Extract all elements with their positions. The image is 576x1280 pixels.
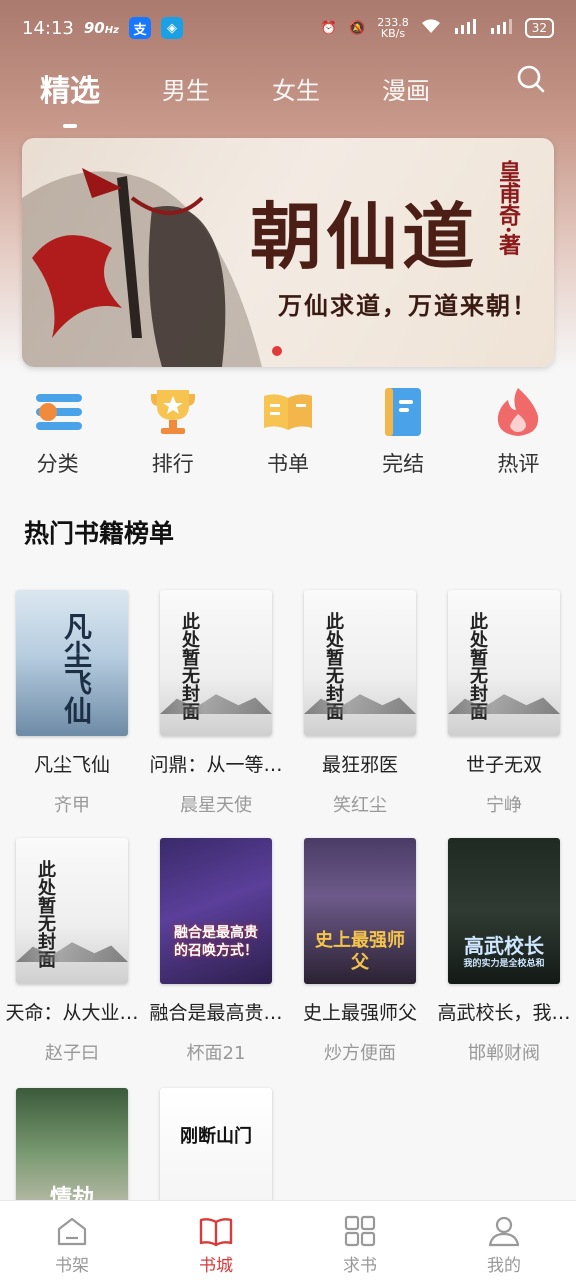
book-card[interactable]: 凡尘飞仙 凡尘飞仙 齐甲 <box>0 590 144 817</box>
banner-author: 皇甫奇·著 <box>495 160 521 256</box>
quick-nav-label: 书单 <box>266 452 309 476</box>
wifi-icon <box>421 18 441 38</box>
promo-banner[interactable]: 朝仙道 皇甫奇·著 万仙求道，万道来朝！ <box>22 138 554 367</box>
quick-nav-label: 热评 <box>497 452 540 476</box>
category-tabs: 精选 男生 女生 漫画 <box>0 56 576 120</box>
book-cover: 此处暂无封面 <box>304 590 416 736</box>
book-cover: 融合是最高贵的召唤方式！ <box>160 838 272 984</box>
quick-nav-label: 排行 <box>151 452 194 476</box>
book-title: 天命：从大业… <box>5 1002 139 1024</box>
quick-nav-completed[interactable]: 完结 <box>346 380 461 480</box>
bookshelf-icon <box>57 1217 87 1246</box>
book-cover: 凡尘飞仙 <box>16 590 128 736</box>
quick-nav-label: 完结 <box>382 452 425 476</box>
signal-icon <box>453 18 477 38</box>
book-author: 笑红尘 <box>333 795 387 816</box>
book-card[interactable]: 此处暂无封面 天命：从大业… 赵子曰 <box>0 838 144 1065</box>
tab-label: 书城 <box>199 1256 233 1276</box>
tab-bookshelf[interactable]: 书架 <box>0 1201 144 1280</box>
quick-nav-label: 分类 <box>36 452 79 476</box>
book-title: 融合是最高贵… <box>149 1002 283 1024</box>
book-title: 凡尘飞仙 <box>33 754 110 776</box>
status-time: 14:13 <box>22 17 74 39</box>
status-bar: 14:13 90Hz 支 ◈ ⏰ 🔕 233.8 KB/s 32 <box>0 0 576 56</box>
signal-icon-2 <box>489 18 513 38</box>
grid-icon <box>344 1215 376 1247</box>
book-author: 炒方便面 <box>324 1043 396 1064</box>
book-card[interactable]: 史上最强师父 史上最强师父 炒方便面 <box>288 838 432 1065</box>
profile-icon <box>488 1216 520 1247</box>
section-title: 热门书籍榜单 <box>24 519 175 548</box>
tab-male[interactable]: 男生 <box>162 71 210 106</box>
quick-nav-ranking[interactable]: 排行 <box>115 380 230 480</box>
banner-title: 朝仙道 <box>250 194 479 279</box>
quick-nav-booklist[interactable]: 书单 <box>230 380 345 480</box>
tab-label: 书架 <box>55 1256 89 1276</box>
net-speed: 233.8 KB/s <box>377 16 409 40</box>
quick-nav-hot-comments[interactable]: 热评 <box>461 380 576 480</box>
tab-profile[interactable]: 我的 <box>432 1201 576 1280</box>
battery-indicator: 32 <box>524 18 554 38</box>
book-title: 世子无双 <box>465 754 542 776</box>
book-card[interactable]: 融合是最高贵的召唤方式！ 融合是最高贵… 杯面21 <box>144 838 288 1065</box>
flame-icon <box>498 388 539 436</box>
notebook-icon <box>385 388 422 436</box>
book-title: 问鼎：从一等… <box>149 754 283 776</box>
category-icon <box>35 394 82 430</box>
book-title: 高武校长，我… <box>437 1002 571 1024</box>
book-author: 杯面21 <box>186 1043 246 1064</box>
book-cover: 此处暂无封面 <box>160 590 272 736</box>
book-card[interactable]: 此处暂无封面 世子无双 宁峥 <box>432 590 576 817</box>
tab-female[interactable]: 女生 <box>272 71 320 106</box>
book-author: 宁峥 <box>486 795 522 816</box>
book-author: 邯郸财阀 <box>468 1043 540 1064</box>
tab-label: 我的 <box>487 1256 521 1276</box>
banner-slogan: 万仙求道，万道来朝！ <box>278 291 538 320</box>
book-card[interactable]: 此处暂无封面 最狂邪医 笑红尘 <box>288 590 432 817</box>
book-card[interactable]: 高武校长 我的实力是全校总和 高武校长，我… 邯郸财阀 <box>432 838 576 1065</box>
shield-icon: ◈ <box>160 17 183 39</box>
book-cover: 高武校长 我的实力是全校总和 <box>448 838 560 984</box>
book-cover: 此处暂无封面 <box>448 590 560 736</box>
book-cover: 史上最强师父 <box>304 838 416 984</box>
book-author: 赵子曰 <box>45 1043 99 1064</box>
tab-request-book[interactable]: 求书 <box>288 1201 432 1280</box>
quick-nav-category[interactable]: 分类 <box>0 380 115 480</box>
book-author: 晨星天使 <box>180 795 252 816</box>
alarm-icon: ⏰ <box>320 20 338 36</box>
tab-featured[interactable]: 精选 <box>40 66 100 110</box>
book-cover: 此处暂无封面 <box>16 838 128 984</box>
book-title: 史上最强师父 <box>302 1002 417 1024</box>
quick-nav: 分类 排行 书单 完结 热评 <box>0 380 576 480</box>
mute-icon: 🔕 <box>349 20 366 36</box>
tab-comics[interactable]: 漫画 <box>382 71 430 106</box>
book-open-icon <box>263 394 312 430</box>
alipay-icon: 支 <box>128 17 151 39</box>
tab-bookstore[interactable]: 书城 <box>144 1201 288 1280</box>
bookstore-icon <box>199 1218 233 1247</box>
refresh-rate: 90Hz <box>83 19 119 37</box>
book-card[interactable]: 此处暂无封面 问鼎：从一等… 晨星天使 <box>144 590 288 817</box>
book-author: 齐甲 <box>54 795 90 816</box>
search-icon[interactable] <box>516 64 546 94</box>
bottom-tab-bar: 书架 书城 求书 我的 <box>0 1200 576 1280</box>
tab-label: 求书 <box>343 1256 377 1276</box>
banner-pagination-dot <box>272 346 282 356</box>
trophy-icon <box>150 390 195 434</box>
book-title: 最狂邪医 <box>321 754 398 776</box>
